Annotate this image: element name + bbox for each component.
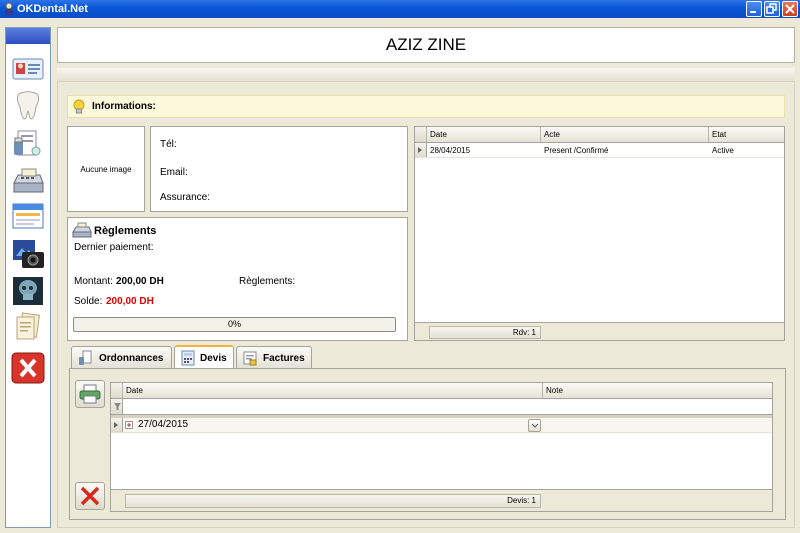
sidebar-item-camera[interactable] [10, 238, 46, 270]
row-pointer-icon [114, 422, 118, 428]
chevron-down-icon [531, 423, 539, 428]
balance-label: Solde: [74, 296, 103, 307]
tab-devis[interactable]: Devis [174, 345, 234, 369]
sidebar-item-tooth[interactable] [10, 89, 46, 121]
sidebar-header [6, 28, 50, 44]
dropdown-button[interactable] [528, 419, 541, 432]
printer-icon [79, 384, 101, 404]
tab-label: Devis [200, 353, 227, 364]
delete-icon [80, 486, 100, 506]
informations-title: Informations: [92, 101, 156, 112]
quotes-count: Devis: 1 [125, 494, 541, 508]
patient-photo[interactable]: Aucune image [67, 126, 145, 212]
payment-progress-bar: 0% [73, 317, 396, 332]
expand-button[interactable] [125, 418, 135, 434]
close-window-button[interactable] [782, 1, 798, 17]
delete-button[interactable] [75, 482, 105, 510]
sidebar [5, 27, 51, 528]
sidebar-item-cash-register[interactable] [10, 163, 46, 195]
quotes-grid[interactable]: Date Note 27/04/2015 Devis: 1 [110, 382, 773, 512]
sidebar-item-prescription[interactable] [10, 127, 46, 159]
appointments-grid[interactable]: Date Acte Etat 28/04/2015 Present /Confi… [414, 126, 785, 341]
balance-value: 200,00 DH [106, 296, 154, 307]
quotes-header: Date Note [111, 383, 772, 399]
tab-factures[interactable]: Factures [236, 346, 312, 368]
window-icon [12, 203, 44, 229]
camera-icon [13, 240, 44, 268]
column-header-acte[interactable]: Acte [541, 127, 709, 142]
filter-row[interactable] [111, 399, 772, 415]
restore-icon [766, 3, 777, 14]
lightbulb-icon [73, 99, 85, 114]
sidebar-item-patient-card[interactable] [10, 53, 46, 85]
tooth-icon [16, 91, 40, 120]
tab-ordonnances[interactable]: Ordonnances [71, 346, 172, 368]
tel-label: Tél: [160, 139, 177, 150]
column-header-date[interactable]: Date [123, 383, 543, 398]
cell-date: 27/04/2015 [138, 419, 189, 430]
last-payment-label: Dernier paiement: [74, 242, 154, 253]
email-label: Email: [160, 167, 188, 178]
row-indicator-header [415, 127, 427, 142]
sidebar-item-close[interactable] [10, 352, 46, 384]
filter-indicator [111, 399, 123, 414]
row-indicator-header [111, 383, 123, 398]
contact-details: Tél: Email: Assurance: [150, 126, 408, 212]
expand-icon [125, 421, 133, 429]
table-row[interactable]: 27/04/2015 [111, 418, 772, 433]
close-icon [11, 352, 45, 384]
payments-panel: Règlements Dernier paiement: Montant: 20… [67, 217, 408, 341]
documents-icon [16, 312, 41, 340]
calculator-icon [181, 350, 195, 366]
tab-label: Ordonnances [99, 353, 164, 364]
progress-text: 0% [227, 319, 241, 329]
amount-value: 200,00 DH [116, 276, 164, 287]
xray-icon [13, 277, 43, 305]
minimize-icon [750, 11, 756, 13]
sidebar-item-window[interactable] [10, 200, 46, 232]
panel-strip [57, 68, 795, 82]
row-pointer-icon [418, 147, 422, 153]
cell-etat: Active [712, 146, 734, 155]
patient-header: AZIZ ZINE [57, 27, 795, 63]
restore-button[interactable] [764, 1, 780, 17]
close-icon [785, 4, 795, 14]
cell-date: 28/04/2015 [430, 146, 471, 155]
sidebar-item-documents[interactable] [10, 311, 46, 343]
minimize-button[interactable] [746, 1, 762, 17]
row-indicator [415, 143, 427, 157]
row-indicator [111, 418, 123, 432]
patient-card-icon [12, 58, 44, 80]
column-header-etat[interactable]: Etat [709, 127, 784, 142]
payments-title: Règlements [94, 225, 157, 237]
window-titlebar[interactable]: OKDental.Net [0, 0, 800, 18]
sidebar-item-xray[interactable] [10, 275, 46, 307]
table-row[interactable]: 28/04/2015 Present /Confirmé Active [415, 143, 784, 158]
cash-register-icon [72, 222, 92, 238]
payments-count-label: Règlements: [239, 276, 296, 287]
appointments-footer: Rdv: 1 [415, 322, 784, 340]
quotes-footer: Devis: 1 [111, 489, 772, 511]
appointments-header: Date Acte Etat [415, 127, 784, 143]
prescription-icon [14, 130, 41, 156]
cell-acte: Present /Confirmé [544, 146, 609, 155]
cell-note [543, 418, 772, 424]
app-icon [5, 2, 13, 15]
insurance-label: Assurance: [160, 192, 211, 203]
print-button[interactable] [75, 380, 105, 408]
column-header-note[interactable]: Note [543, 383, 772, 398]
amount-label: Montant: [74, 276, 113, 287]
filter-icon [114, 403, 121, 410]
informations-bar: Informations: [67, 95, 785, 118]
tab-label: Factures [263, 353, 305, 364]
appointments-count: Rdv: 1 [429, 326, 541, 339]
patient-name: AZIZ ZINE [385, 35, 467, 54]
prescription-icon [79, 350, 92, 365]
column-header-date[interactable]: Date [427, 127, 541, 142]
invoice-icon [243, 351, 257, 366]
photo-placeholder: Aucune image [80, 165, 132, 174]
window-title: OKDental.Net [17, 3, 88, 15]
cash-register-icon [13, 168, 44, 193]
